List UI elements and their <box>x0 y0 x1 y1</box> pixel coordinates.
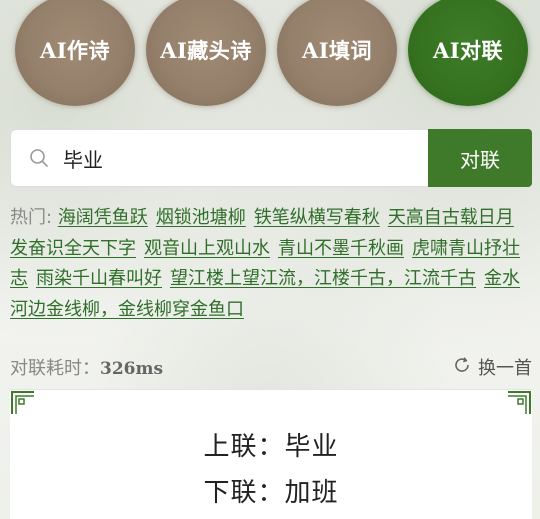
elapsed-time-label: 对联耗时： <box>10 358 100 379</box>
hot-item[interactable]: 雨染千山春叫好 <box>36 268 162 289</box>
refresh-icon <box>452 355 472 380</box>
hot-item[interactable]: 青山不墨千秋画 <box>278 238 404 259</box>
hot-topics: 热门: 海阔凭鱼跃 烟锁池塘柳 铁笔纵横写春秋 天高自古载日月发奋识全天下字 观音山上观… <box>10 203 532 325</box>
hot-item[interactable]: 海阔凭鱼跃 <box>58 207 148 228</box>
search-bar: 对联 <box>10 129 532 187</box>
hot-label: 热门: <box>10 207 53 228</box>
hot-item[interactable]: 发奋识全天下字 <box>10 238 136 259</box>
tab-ai-poem[interactable]: AI作诗 <box>15 0 135 106</box>
refresh-button[interactable]: 换一首 <box>452 354 532 380</box>
elapsed-time: 对联耗时：326ms <box>10 354 163 380</box>
elapsed-time-value: 326ms <box>100 359 164 379</box>
tab-ai-ci[interactable]: AI填词 <box>277 0 397 106</box>
hot-item[interactable]: 烟锁池塘柳 <box>156 207 246 228</box>
couplet-submit-button[interactable]: 对联 <box>428 129 532 187</box>
lower-couplet: 下联：加班 <box>203 478 339 508</box>
hot-item[interactable]: 铁笔纵横写春秋 <box>254 207 380 228</box>
search-icon <box>29 148 49 168</box>
mode-tabs: AI作诗 AI藏头诗 AI填词 AI对联 <box>0 0 540 110</box>
hot-item[interactable]: 望江楼上望江流，江楼千古，江流千古 <box>170 268 476 289</box>
search-field-container <box>10 129 428 187</box>
corner-ornament-icon <box>506 390 532 416</box>
corner-ornament-icon <box>10 390 36 416</box>
couplet-result-card: 上联：毕业 下联：加班 <box>10 389 532 519</box>
refresh-label: 换一首 <box>478 358 532 379</box>
tab-ai-couplet[interactable]: AI对联 <box>408 0 528 106</box>
hot-item[interactable]: 观音山上观山水 <box>144 238 270 259</box>
tab-ai-acrostic[interactable]: AI藏头诗 <box>146 0 266 106</box>
result-meta: 对联耗时：326ms 换一首 <box>10 354 532 380</box>
upper-couplet: 上联：毕业 <box>203 432 339 462</box>
search-input[interactable] <box>63 146 383 170</box>
hot-item[interactable]: 天高自古载日月 <box>388 207 514 228</box>
